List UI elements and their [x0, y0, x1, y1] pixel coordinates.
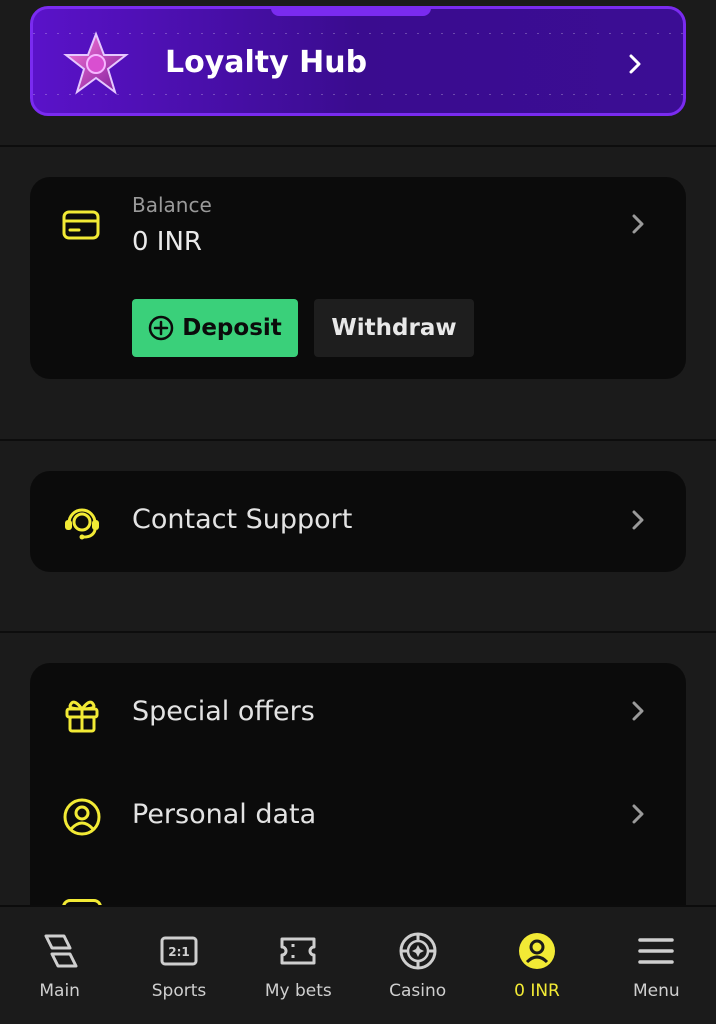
loyalty-hub-title: Loyalty Hub	[165, 45, 368, 80]
svg-text:2:1: 2:1	[168, 945, 190, 959]
nav-label: My bets	[264, 981, 332, 1001]
nav-my-bets[interactable]: My bets	[239, 907, 358, 1024]
nav-label: 0 INR	[514, 981, 560, 1001]
special-offers-label: Special offers	[132, 696, 315, 727]
chevron-right-icon	[632, 214, 644, 234]
nav-label: Main	[39, 981, 80, 1001]
nav-account[interactable]: 0 INR	[477, 907, 596, 1024]
banner-notch	[271, 9, 431, 16]
ticket-icon	[280, 937, 316, 965]
balance-value: 0 INR	[132, 227, 202, 257]
nav-label: Menu	[632, 981, 680, 1001]
wallet-card-icon	[62, 210, 100, 240]
deposit-button[interactable]: Deposit	[132, 299, 298, 357]
nav-casino[interactable]: Casino	[358, 907, 477, 1024]
sports-icon: 2:1	[160, 936, 198, 966]
plus-circle-icon	[148, 315, 174, 341]
chevron-right-icon	[632, 510, 644, 530]
nav-label: Casino	[389, 981, 447, 1001]
section-divider	[0, 631, 716, 633]
hamburger-icon	[638, 938, 675, 964]
account-menu-card: Special offers Personal data	[30, 663, 686, 943]
user-circle-icon	[63, 798, 101, 836]
nav-label: Sports	[151, 981, 207, 1001]
headset-support-icon	[65, 508, 99, 540]
section-divider	[0, 439, 716, 441]
bottom-navigation: Main 2:1 Sports My bets Casino 0 INR Men…	[0, 905, 716, 1024]
account-icon	[518, 933, 555, 969]
chevron-right-icon	[632, 804, 644, 824]
nav-menu[interactable]: Menu	[597, 907, 716, 1024]
contact-support-row[interactable]: Contact Support	[30, 471, 686, 572]
loyalty-hub-banner[interactable]: Loyalty Hub	[30, 6, 686, 116]
account-page: Loyalty Hub Balance 0 INR Deposit Withdr…	[0, 0, 716, 1024]
balance-card[interactable]: Balance 0 INR Deposit Withdraw	[30, 177, 686, 379]
withdraw-button[interactable]: Withdraw	[314, 299, 474, 357]
contact-support-label: Contact Support	[132, 504, 353, 535]
main-icon	[44, 934, 78, 968]
special-offers-row[interactable]: Special offers	[30, 663, 686, 763]
deposit-label: Deposit	[182, 315, 282, 341]
balance-label: Balance	[132, 193, 212, 217]
casino-chip-icon	[399, 932, 437, 970]
personal-data-row[interactable]: Personal data	[30, 766, 686, 866]
withdraw-label: Withdraw	[331, 315, 457, 341]
personal-data-label: Personal data	[132, 799, 317, 830]
star-icon	[63, 31, 129, 95]
nav-sports[interactable]: 2:1 Sports	[119, 907, 238, 1024]
chevron-right-icon	[632, 701, 644, 721]
chevron-right-icon	[629, 54, 641, 74]
section-divider	[0, 145, 716, 147]
nav-main[interactable]: Main	[0, 907, 119, 1024]
gift-icon	[65, 700, 99, 733]
